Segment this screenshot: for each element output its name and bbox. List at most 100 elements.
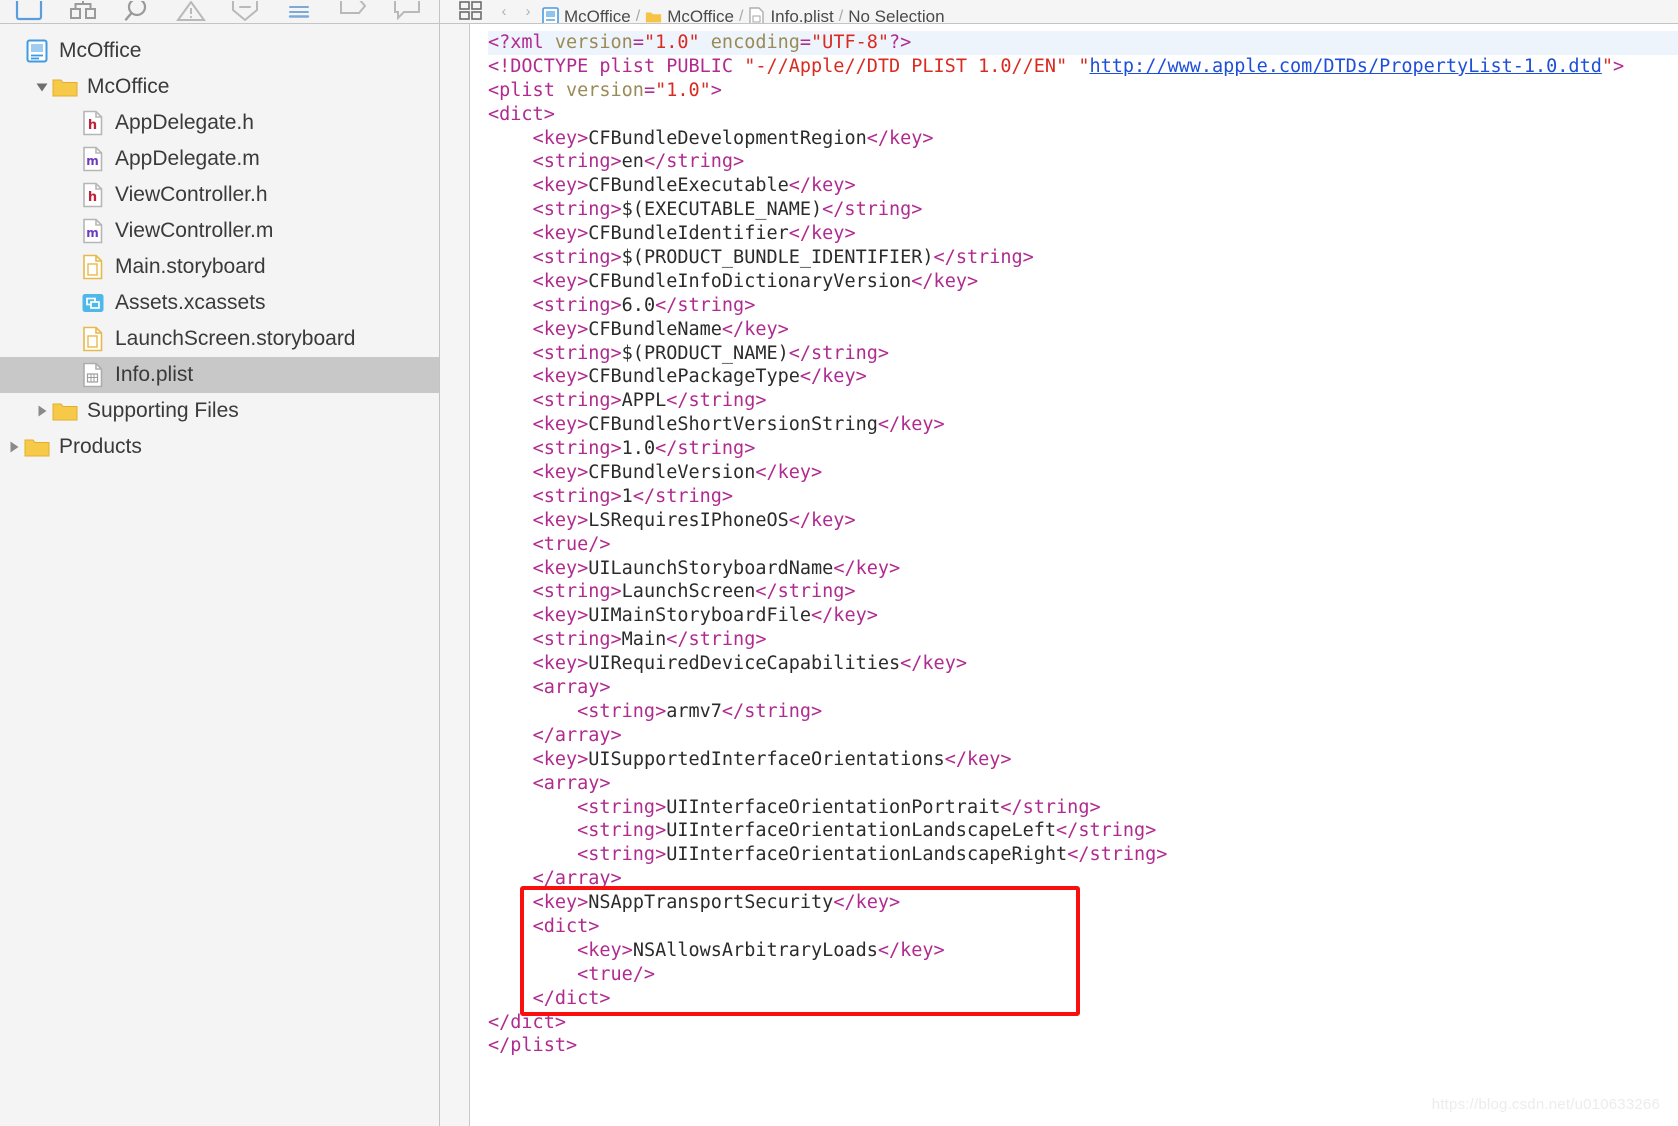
header-file-icon: h [80,182,106,208]
disclosure-spacer [60,321,80,357]
code-line: </dict> [532,987,611,1009]
folder-icon [52,74,78,100]
breadcrumb-item-project[interactable]: McOffice [540,0,633,23]
code-line: <key>UIMainStoryboardFile</key> [532,605,878,627]
breadcrumb-separator: / [838,8,844,23]
test-navigator-icon[interactable] [218,0,272,23]
file-tree-row-label: ViewController.m [115,219,274,242]
source-file-icon: m [80,146,106,172]
plist-file-icon [749,7,765,23]
code-line: <string>en</string> [532,151,745,173]
code-line: <!DOCTYPE plist PUBLIC "-//Apple//DTD PL… [488,55,1625,77]
project-icon [542,7,559,23]
disclosure-spacer [60,249,80,285]
code-line: <string>UIInterfaceOrientationLandscapeL… [577,820,1157,842]
storyboard-icon [80,254,106,280]
breakpoint-navigator-icon[interactable] [326,0,380,23]
folder-icon [646,12,662,23]
back-arrow-icon[interactable]: ‹ [492,0,516,23]
editor-gutter [440,24,470,1126]
file-tree-row-label: AppDelegate.h [115,111,254,134]
symbol-navigator-icon[interactable] [56,0,110,23]
code-line: <key>NSAppTransportSecurity</key> [532,892,901,914]
debug-navigator-icon[interactable] [272,0,326,23]
breadcrumb-label: No Selection [848,7,945,23]
code-pane[interactable]: <?xml version="1.0" encoding="UTF-8"?> <!… [470,24,1678,1126]
code-line: <dict> [488,103,555,125]
xcode-window: ‹ › McOffice / McOffice / Info.plist / N… [0,0,1678,1126]
code-line: <string>armv7</string> [577,700,823,722]
file-tree-row[interactable]: McOffice [0,33,439,69]
code-line: <key>CFBundleVersion</key> [532,462,823,484]
file-tree-row[interactable]: Supporting Files [0,393,439,429]
issue-navigator-icon[interactable] [164,0,218,23]
code-line: <string>$(EXECUTABLE_NAME)</string> [532,199,923,221]
report-navigator-icon[interactable] [380,0,434,23]
file-tree-row[interactable]: LaunchScreen.storyboard [0,321,439,357]
related-items-icon[interactable] [450,0,492,23]
code-line: <true/> [577,963,656,985]
breadcrumb-item-selection[interactable]: No Selection [846,0,946,23]
main-area: McOffice McOffice h AppDelegate.h m AppDelega… [0,24,1678,1126]
file-tree-row[interactable]: Products [0,429,439,465]
breadcrumb-item-group[interactable]: McOffice [643,0,736,23]
svg-text:m: m [86,154,99,168]
navigator-selector-bar [0,0,440,23]
file-tree-row[interactable]: Info.plist [0,357,439,393]
disclosure-spacer [60,213,80,249]
plist-file-icon [80,362,106,388]
chevron-right-icon[interactable] [4,429,24,465]
jump-bar-content: ‹ › McOffice / McOffice / Info.plist / N… [450,0,947,23]
code-line: </dict> [488,1011,566,1033]
svg-text:h: h [88,190,97,205]
code-text[interactable]: <?xml version="1.0" encoding="UTF-8"?> <!… [470,31,1678,1058]
file-tree-row-label: McOffice [59,39,142,62]
file-tree-row[interactable]: Main.storyboard [0,249,439,285]
source-editor[interactable]: <?xml version="1.0" encoding="UTF-8"?> <!… [440,24,1678,1126]
folder-navigator-icon[interactable] [2,0,56,23]
svg-text:h: h [88,118,97,133]
file-tree-row-label: Supporting Files [87,399,239,422]
code-line: <string>UIInterfaceOrientationLandscapeR… [577,844,1168,866]
file-tree-row-label: McOffice [87,75,170,98]
disclosure-spacer [60,285,80,321]
search-navigator-icon[interactable] [110,0,164,23]
disclosure-spacer [4,33,24,69]
breadcrumb-separator: / [635,8,641,23]
breadcrumb-item-file[interactable]: Info.plist [746,0,835,23]
file-tree-row-label: Info.plist [115,363,194,386]
code-line: <key>NSAllowsArbitraryLoads</key> [577,939,945,961]
chevron-right-icon[interactable] [32,393,52,429]
file-tree-row[interactable]: m ViewController.m [0,213,439,249]
code-line: <key>CFBundleDevelopmentRegion</key> [532,127,934,149]
file-tree-row[interactable]: h AppDelegate.h [0,105,439,141]
code-line: <string>APPL</string> [532,390,767,412]
project-navigator[interactable]: McOffice McOffice h AppDelegate.h m AppDelega… [0,24,440,1126]
code-line: <key>CFBundlePackageType</key> [532,366,867,388]
code-line: <dict> [532,915,600,937]
top-bar: ‹ › McOffice / McOffice / Info.plist / N… [0,0,1678,24]
file-tree-row-label: AppDelegate.m [115,147,260,170]
code-line: <key>CFBundleInfoDictionaryVersion</key> [532,270,979,292]
code-line: <key>LSRequiresIPhoneOS</key> [532,509,856,531]
code-line: <string>6.0</string> [532,294,756,316]
code-line: <key>UIRequiredDeviceCapabilities</key> [532,653,967,675]
code-line: </array> [532,868,622,890]
file-tree-row[interactable]: h ViewController.h [0,177,439,213]
code-line: <plist version="1.0"> [488,79,722,101]
file-tree-row[interactable]: McOffice [0,69,439,105]
file-tree: McOffice McOffice h AppDelegate.h m AppDelega… [0,33,439,465]
xcassets-icon [80,290,106,316]
storyboard-icon [80,326,106,352]
file-tree-row-label: Products [59,435,142,458]
code-line: <key>CFBundleShortVersionString</key> [532,414,945,436]
code-line: <string>UIInterfaceOrientationPortrait</… [577,796,1101,818]
project-icon [24,38,50,64]
code-line: <key>CFBundleName</key> [532,318,789,340]
chevron-down-icon[interactable] [32,69,52,105]
disclosure-spacer [60,105,80,141]
file-tree-row[interactable]: m AppDelegate.m [0,141,439,177]
forward-arrow-icon[interactable]: › [516,0,540,23]
code-line: <?xml version="1.0" encoding="UTF-8"?> [488,31,1678,55]
file-tree-row[interactable]: Assets.xcassets [0,285,439,321]
